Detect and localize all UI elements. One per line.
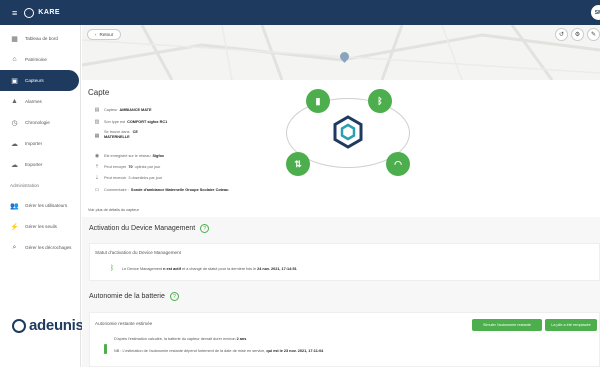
device-management-title: Activation du Device Management ? <box>89 224 210 233</box>
battery-estimate-line: D'après l'estimation calculée, la batter… <box>114 337 247 341</box>
sidebar-item-chronologie[interactable]: ◷ Chronologie <box>0 112 80 133</box>
sidebar-item-users[interactable]: 👥 Gérer les utilisateurs <box>0 195 80 216</box>
sidebar-item-exporter[interactable]: ☁ Exporter <box>0 154 80 175</box>
bell-icon: ▲ <box>11 98 18 105</box>
sensor-more-details-link[interactable]: Voir plus de détails du capteur <box>88 208 139 212</box>
device-management-status-head: Statut d'activation du Device Management <box>95 250 181 255</box>
sensor-diagram: ▮ ᛒ ⇅ ◠ <box>286 87 410 182</box>
sidebar-item-label: Exporter <box>25 162 43 167</box>
device-management-panel: Activation du Device Management ? Statut… <box>82 217 600 285</box>
sidebar-item-capteurs[interactable]: ▣ Capteurs <box>0 70 79 91</box>
sidebar-item-label: Chronologie <box>25 120 50 125</box>
battery-node-icon[interactable]: ▮ <box>306 89 330 113</box>
bluetooth-icon: ᛒ <box>110 265 115 272</box>
tag-icon: ▤ <box>94 107 100 113</box>
device-management-card: Statut d'activation du Device Management… <box>89 243 600 281</box>
dashboard-icon: ▦ <box>11 35 18 43</box>
sidebar-item-seuils[interactable]: ⚡ Gérer les seuils <box>0 216 80 237</box>
battery-card: Autonomie restante estimée Simuler l'aut… <box>89 312 600 367</box>
back-button[interactable]: ‹ Retour <box>87 29 122 40</box>
map-view[interactable]: ‹ Retour ↺ ⚙ ✎ <box>82 25 600 80</box>
brand-name: KARE <box>38 9 61 16</box>
device-management-status-line: Le Device Management n est actif et a ch… <box>122 267 297 271</box>
building-icon: ▦ <box>94 133 100 139</box>
sidebar-item-label: Alarmes <box>25 99 42 104</box>
sidebar-item-decrochages[interactable]: ⌕ Gérer les décrochages <box>0 237 80 258</box>
sidebar-item-label: Capteurs <box>25 78 44 83</box>
building-icon: ⌂ <box>12 56 17 63</box>
help-icon[interactable]: ? <box>169 292 179 301</box>
sidebar-section-admin: Administration <box>10 182 40 188</box>
signal-icon: ◉ <box>94 153 100 159</box>
back-button-label: Retour <box>99 32 114 37</box>
sidebar-item-label: Gérer les décrochages <box>25 245 72 250</box>
battery-level-icon <box>104 344 107 354</box>
field-comment: ▭ Commentaire : Sonde d'ambiance Materne… <box>94 187 229 193</box>
threshold-icon: ⚡ <box>10 223 19 231</box>
cloud-download-icon: ☁ <box>11 161 18 169</box>
sensor-icon: ▣ <box>11 77 18 85</box>
history-icon[interactable]: ↺ <box>555 28 568 41</box>
pencil-icon[interactable]: ✎ <box>587 28 600 41</box>
field-type: ▥ Son type est COMFORT sigfox RC1 <box>94 119 168 125</box>
field-network: ◉ Est enregistré sur le réseau Sigfox <box>94 153 165 159</box>
help-icon[interactable]: ? <box>200 224 210 233</box>
comment-icon: ▭ <box>94 187 100 193</box>
cloud-upload-icon: ☁ <box>11 140 18 148</box>
battery-note-line: NB : L'estimation de l'autonomie restant… <box>114 349 324 353</box>
search-icon: ⌕ <box>12 243 17 251</box>
field-location: ▦ Se trouve dans CE MATERNELLE <box>94 130 138 139</box>
battery-replaced-button[interactable]: La pile a été remplacée <box>545 319 597 331</box>
sidebar-item-alarmes[interactable]: ▲ Alarmes <box>0 91 80 112</box>
chevron-left-icon: ‹ <box>95 32 97 37</box>
sidebar-item-patrimoine[interactable]: ⌂ Patrimoine <box>0 49 80 70</box>
battery-estimated-head: Autonomie restante estimée <box>95 321 153 326</box>
wifi-node-icon[interactable]: ◠ <box>386 152 410 176</box>
users-icon: 👥 <box>10 202 19 210</box>
clock-icon: ◷ <box>11 119 18 127</box>
adeunis-logo-text: adeunis <box>29 317 84 334</box>
battery-panel: Autonomie de la batterie ? Autonomie res… <box>82 285 600 367</box>
sidebar-item-label: Gérer les seuils <box>25 224 57 229</box>
transfer-node-icon[interactable]: ⇅ <box>286 152 310 176</box>
gear-icon[interactable]: ⚙ <box>571 28 584 41</box>
sidebar-item-label: Tableau de bord <box>25 36 58 41</box>
field-downlinks: ⇣ Peut recevoir 3 downlinks par jour <box>94 175 163 181</box>
chip-icon: ▥ <box>94 119 100 125</box>
sidebar-item-label: Gérer les utilisateurs <box>25 203 68 208</box>
sidebar-item-label: Patrimoine <box>25 57 47 62</box>
download-icon: ⇣ <box>94 175 100 181</box>
top-bar: ≡ KARE SM <box>0 0 600 25</box>
map-tools: ↺ ⚙ ✎ <box>552 28 600 41</box>
field-capteur: ▤ Capteur AMBIANCE MATE <box>94 107 152 113</box>
battery-title: Autonomie de la batterie ? <box>89 292 179 301</box>
sensor-core-icon <box>333 115 363 149</box>
upload-icon: ⇡ <box>94 164 100 170</box>
bluetooth-node-icon[interactable]: ᛒ <box>368 89 392 113</box>
kare-logo-icon <box>24 7 35 18</box>
sensor-title: Capte <box>88 88 110 97</box>
adeunis-logo-icon <box>12 318 26 333</box>
sidebar-item-importer[interactable]: ☁ Importer <box>0 133 80 154</box>
adeunis-logo: adeunis <box>12 317 84 334</box>
hamburger-icon[interactable]: ≡ <box>12 8 17 18</box>
sidebar-item-dashboard[interactable]: ▦ Tableau de bord <box>0 28 80 49</box>
field-uplinks: ⇡ Peut envoyer 70 uplinks par jour <box>94 164 161 170</box>
sidebar: ▦ Tableau de bord ⌂ Patrimoine ▣ Capteur… <box>0 25 81 367</box>
simulate-autonomy-button[interactable]: Simuler l'autonomie restante <box>472 319 542 331</box>
user-avatar[interactable]: SM <box>591 5 600 20</box>
sidebar-item-label: Importer <box>25 141 43 146</box>
